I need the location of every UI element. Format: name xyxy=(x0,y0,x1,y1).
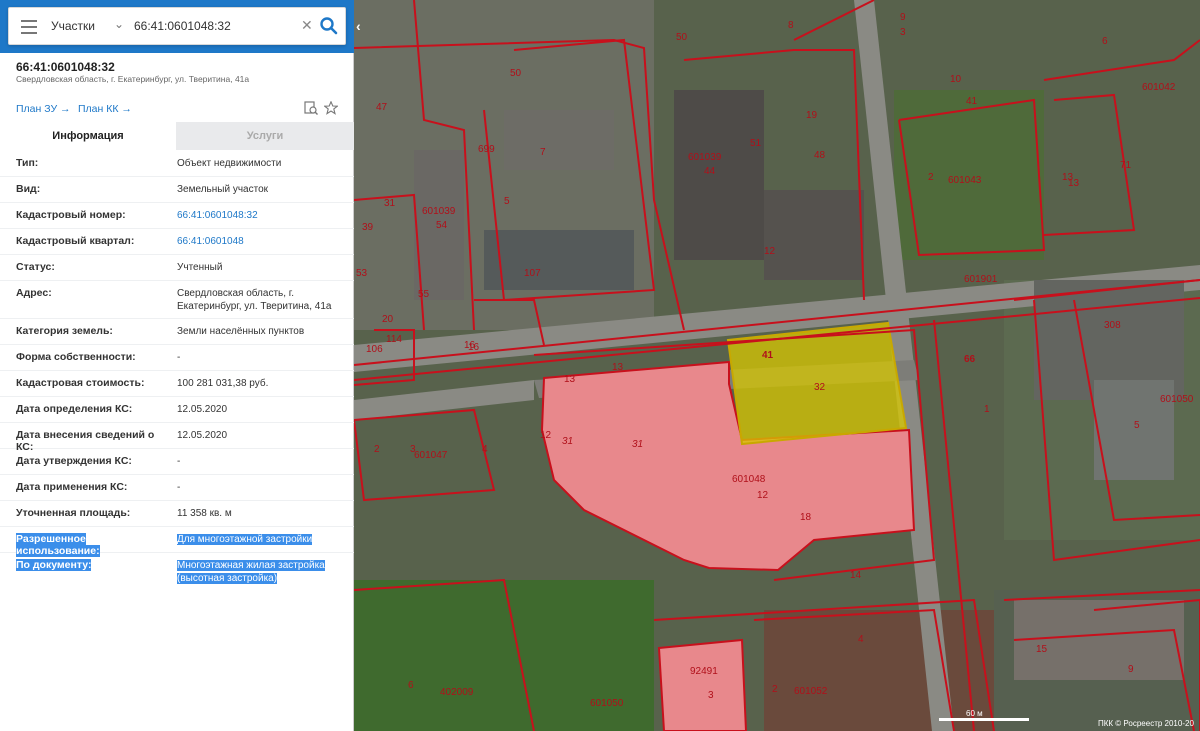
row-key: Адрес: xyxy=(16,287,52,299)
collapse-panel-icon[interactable]: ‹ xyxy=(356,18,361,34)
row-value: Многоэтажная жилая застройка (высотная з… xyxy=(177,560,325,584)
map-scale-label: 60 м xyxy=(966,709,983,718)
plan-kk-link[interactable]: План КК → xyxy=(78,103,132,115)
row-value: - xyxy=(177,456,181,467)
row-key: Дата применения КС: xyxy=(16,481,128,493)
row-key: Кадастровый номер: xyxy=(16,209,126,221)
row-value: 100 281 031,38 руб. xyxy=(177,378,269,389)
info-row: Статус: Учтенный xyxy=(0,254,354,281)
row-key: Вид: xyxy=(16,183,41,195)
info-row: Вид: Земельный участок xyxy=(0,176,354,203)
row-value: Учтенный xyxy=(177,262,223,273)
row-value: Свердловская область, г. Екатеринбург, у… xyxy=(177,288,332,312)
row-key: По документу: xyxy=(16,559,92,571)
row-value: 12.05.2020 xyxy=(177,430,228,441)
search-input[interactable]: 66:41:0601048:32 xyxy=(134,19,231,33)
row-value: Земельный участок xyxy=(177,184,269,195)
search-bar[interactable]: Участки ⌄ 66:41:0601048:32 ✕ xyxy=(8,7,346,45)
tab-info[interactable]: Информация xyxy=(0,122,176,150)
object-address: Свердловская область, г. Екатеринбург, у… xyxy=(16,74,250,84)
info-row: Дата определения КС: 12.05.2020 xyxy=(0,396,354,423)
row-value: 12.05.2020 xyxy=(177,404,228,415)
row-key: Категория земель: xyxy=(16,325,113,337)
clear-icon[interactable]: ✕ xyxy=(301,17,313,34)
row-key: Форма собственности: xyxy=(16,351,136,363)
tabs: Информация Услуги xyxy=(0,122,354,150)
row-value: - xyxy=(177,482,181,493)
row-key: Статус: xyxy=(16,261,55,273)
info-row: Категория земель: Земли населённых пункт… xyxy=(0,318,354,345)
row-key: Кадастровый квартал: xyxy=(16,235,135,247)
info-row: Дата применения КС: - xyxy=(0,474,354,501)
map-copyright: ПКК © Росреестр 2010-20 xyxy=(1098,719,1194,728)
star-icon[interactable] xyxy=(324,101,338,115)
row-value: Объект недвижимости xyxy=(177,158,282,169)
cadastral-number-link[interactable]: 66:41:0601048:32 xyxy=(177,209,347,222)
cadastral-map[interactable]: 60 м ПКК © Росреестр 2010-20 601048 12 1… xyxy=(354,0,1200,731)
info-row: Кадастровый номер: 66:41:0601048:32 xyxy=(0,202,354,229)
chevron-down-icon[interactable]: ⌄ xyxy=(114,17,124,31)
info-row: Кадастровая стоимость: 100 281 031,38 ру… xyxy=(0,370,354,397)
row-key: Кадастровая стоимость: xyxy=(16,377,145,389)
menu-icon[interactable] xyxy=(21,20,37,34)
info-panel: Участки ⌄ 66:41:0601048:32 ✕ 66:41:06010… xyxy=(0,0,354,731)
info-row: Дата утверждения КС: - xyxy=(0,448,354,475)
map-canvas[interactable]: 60 м ПКК © Росреестр 2010-20 xyxy=(354,0,1200,731)
layer-select[interactable]: Участки xyxy=(51,19,95,33)
arrow-right-icon: → xyxy=(60,103,71,115)
row-key: Уточненная площадь: xyxy=(16,507,131,519)
plan-zu-link[interactable]: План ЗУ → xyxy=(16,103,71,115)
zoom-to-object-icon[interactable] xyxy=(304,101,318,115)
info-row: Форма собственности: - xyxy=(0,344,354,371)
tab-services[interactable]: Услуги xyxy=(176,122,354,150)
plan-kk-label: План КК xyxy=(78,103,119,115)
row-value: - xyxy=(177,352,181,363)
plan-zu-label: План ЗУ xyxy=(16,103,58,115)
info-row: Уточненная площадь: 11 358 кв. м xyxy=(0,500,354,527)
info-row: Кадастровый квартал: 66:41:0601048 xyxy=(0,228,354,255)
cadastral-quarter-link[interactable]: 66:41:0601048 xyxy=(177,235,347,248)
info-row: Разрешенное использование: Для многоэтаж… xyxy=(0,526,354,557)
info-row: По документу: Многоэтажная жилая застрой… xyxy=(0,552,354,590)
row-key: Дата утверждения КС: xyxy=(16,455,132,467)
arrow-right-icon: → xyxy=(121,103,132,115)
info-row: Тип: Объект недвижимости xyxy=(0,150,354,177)
row-value: 11 358 кв. м xyxy=(177,508,232,519)
search-icon[interactable] xyxy=(319,16,339,36)
row-value: Для многоэтажной застройки xyxy=(177,534,313,545)
info-row: Адрес: Свердловская область, г. Екатерин… xyxy=(0,280,354,319)
row-value: Земли населённых пунктов xyxy=(177,326,305,337)
row-key: Дата определения КС: xyxy=(16,403,133,415)
info-row: Дата внесения сведений о КС: 12.05.2020 xyxy=(0,422,354,453)
row-key: Тип: xyxy=(16,157,39,169)
object-title: 66:41:0601048:32 xyxy=(16,60,115,74)
